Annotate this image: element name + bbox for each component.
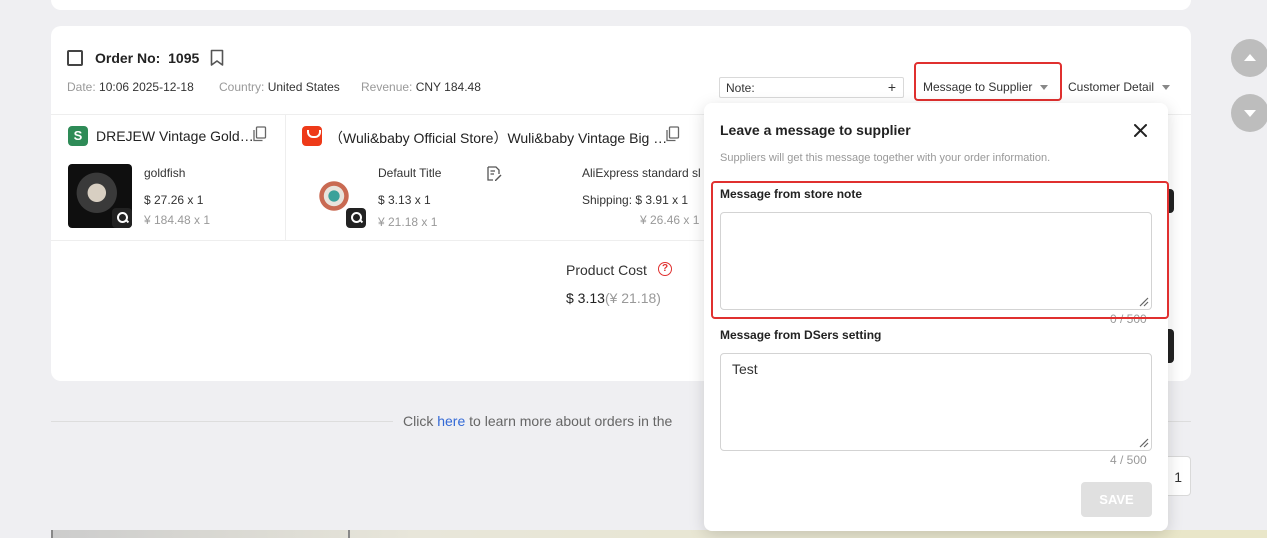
product-cost-value: $ 3.13(¥ 21.18) <box>566 290 661 306</box>
add-note-icon[interactable]: + <box>888 79 896 95</box>
store-note-highlight <box>711 181 1169 319</box>
order-number: Order No: 1095 <box>95 50 199 66</box>
divider <box>285 115 286 240</box>
zoom-icon[interactable] <box>346 208 366 228</box>
product-variant: Default Title <box>378 166 442 180</box>
note-label: Note: <box>726 81 755 95</box>
store-name: DREJEW Vintage Gold… <box>96 128 254 144</box>
copy-icon[interactable] <box>665 126 680 142</box>
dsers-message-label: Message from DSers setting <box>720 328 882 342</box>
edit-icon[interactable] <box>485 165 502 182</box>
bookmark-icon[interactable] <box>210 49 224 67</box>
product-price: $ 3.13 x 1 <box>378 193 431 207</box>
aliexpress-store-icon <box>302 126 322 146</box>
divider <box>51 421 393 422</box>
close-icon[interactable] <box>1133 123 1148 138</box>
note-field[interactable]: Note: + <box>719 77 904 98</box>
order-number-label: Order No: <box>95 50 161 66</box>
learn-more-text: Click here to learn more about orders in… <box>403 413 673 429</box>
divider <box>1168 421 1191 422</box>
scroll-up-button[interactable] <box>1231 39 1267 77</box>
shipping-method[interactable]: AliExpress standard sl <box>582 166 704 180</box>
order-revenue: Revenue: CNY 184.48 <box>361 80 481 94</box>
order-date: Date: 10:06 2025-12-18 <box>67 80 194 94</box>
save-button[interactable]: SAVE <box>1081 482 1152 517</box>
customer-detail-dropdown[interactable]: Customer Detail <box>1068 80 1171 94</box>
order-checkbox[interactable] <box>67 50 83 66</box>
product-price-cny: ¥ 21.18 x 1 <box>378 215 438 229</box>
product-cost-label: Product Cost <box>566 262 647 278</box>
zoom-icon[interactable] <box>112 208 132 228</box>
message-to-supplier-label: Message to Supplier <box>923 80 1033 94</box>
chevron-down-icon <box>1162 85 1171 91</box>
background-strip <box>51 530 1267 538</box>
chevron-down-icon <box>1244 110 1256 117</box>
divider <box>51 240 711 241</box>
order-number-value: 1095 <box>168 50 200 66</box>
chevron-down-icon <box>1040 85 1049 91</box>
message-to-supplier-dropdown[interactable]: Message to Supplier <box>923 80 1049 94</box>
shipping-price: Shipping: $ 3.91 x 1 <box>582 193 689 207</box>
customer-detail-label: Customer Detail <box>1068 80 1155 94</box>
scroll-down-button[interactable] <box>1231 94 1267 132</box>
dsers-message-counter: 4 / 500 <box>1110 453 1147 467</box>
popover-description: Suppliers will get this message together… <box>720 152 1051 164</box>
shopify-store-icon: S <box>68 126 88 146</box>
product-price-cny: ¥ 184.48 x 1 <box>144 213 211 227</box>
popover-title: Leave a message to supplier <box>720 122 911 138</box>
product-variant: goldfish <box>144 166 186 180</box>
dsers-message-textarea[interactable]: Test <box>720 353 1152 451</box>
copy-icon[interactable] <box>252 126 267 142</box>
order-country: Country: United States <box>219 80 340 94</box>
shipping-price-cny: ¥ 26.46 x 1 <box>640 213 700 227</box>
supplier-store-name[interactable]: （Wuli&baby Official Store）Wuli&baby Vint… <box>329 128 667 148</box>
resize-handle-icon[interactable] <box>1139 438 1149 448</box>
previous-order-card <box>51 0 1191 10</box>
learn-more-link[interactable]: here <box>437 413 465 429</box>
help-icon[interactable]: ? <box>658 262 672 276</box>
chevron-up-icon <box>1244 54 1256 61</box>
product-price: $ 27.26 x 1 <box>144 193 204 207</box>
